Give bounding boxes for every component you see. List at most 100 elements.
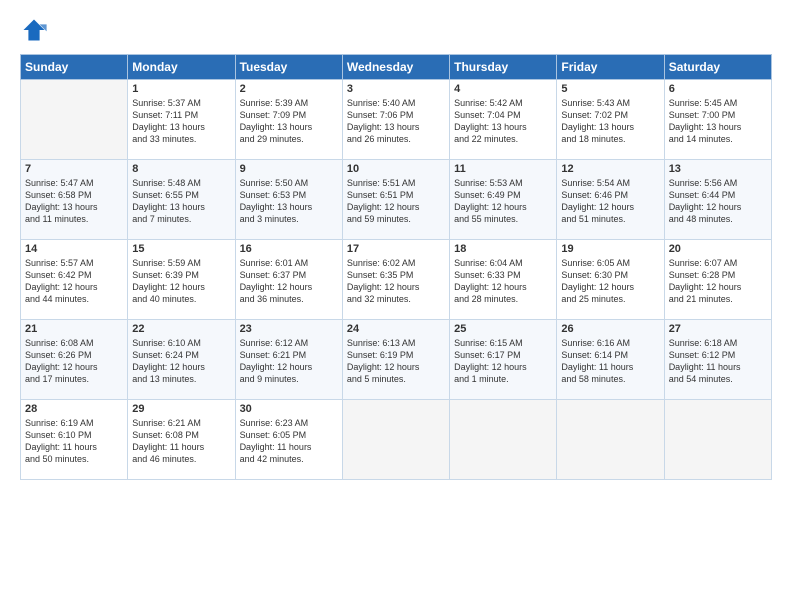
calendar-cell: 25 Sunrise: 6:15 AMSunset: 6:17 PMDayligh…: [450, 320, 557, 400]
calendar-cell: [342, 400, 449, 480]
day-number: 2: [240, 83, 338, 95]
page-container: SundayMondayTuesdayWednesdayThursdayFrid…: [0, 0, 792, 490]
logo: [20, 16, 52, 44]
day-number: 30: [240, 403, 338, 415]
page-header: [20, 16, 772, 44]
day-number: 28: [25, 403, 123, 415]
calendar-cell: 19 Sunrise: 6:05 AMSunset: 6:30 PMDayligh…: [557, 240, 664, 320]
day-info: Sunrise: 6:16 AMSunset: 6:14 PMDaylight:…: [561, 337, 659, 386]
day-info: Sunrise: 6:07 AMSunset: 6:28 PMDaylight:…: [669, 257, 767, 306]
day-info: Sunrise: 5:56 AMSunset: 6:44 PMDaylight:…: [669, 177, 767, 226]
calendar-cell: 6Sunrise: 5:45 AMSunset: 7:00 PMDaylight…: [664, 80, 771, 160]
calendar-cell: 8 Sunrise: 5:48 AMSunset: 6:55 PMDaylight…: [128, 160, 235, 240]
calendar-cell: 17 Sunrise: 6:02 AMSunset: 6:35 PMDayligh…: [342, 240, 449, 320]
calendar-cell: 9 Sunrise: 5:50 AMSunset: 6:53 PMDaylight…: [235, 160, 342, 240]
day-info: Sunrise: 5:48 AMSunset: 6:55 PMDaylight:…: [132, 177, 230, 226]
day-info: Sunrise: 5:37 AMSunset: 7:11 PMDaylight:…: [132, 97, 230, 146]
day-number: 16: [240, 243, 338, 255]
day-number: 21: [25, 323, 123, 335]
calendar-cell: 22 Sunrise: 6:10 AMSunset: 6:24 PMDayligh…: [128, 320, 235, 400]
calendar-cell: 20 Sunrise: 6:07 AMSunset: 6:28 PMDayligh…: [664, 240, 771, 320]
calendar-cell: [664, 400, 771, 480]
day-number: 25: [454, 323, 552, 335]
day-info: Sunrise: 6:02 AMSunset: 6:35 PMDaylight:…: [347, 257, 445, 306]
day-number: 18: [454, 243, 552, 255]
day-info: Sunrise: 5:43 AMSunset: 7:02 PMDaylight:…: [561, 97, 659, 146]
day-number: 13: [669, 163, 767, 175]
weekday-header-monday: Monday: [128, 55, 235, 80]
day-info: Sunrise: 5:40 AMSunset: 7:06 PMDaylight:…: [347, 97, 445, 146]
day-number: 11: [454, 163, 552, 175]
weekday-header-wednesday: Wednesday: [342, 55, 449, 80]
calendar-cell: 1 Sunrise: 5:37 AMSunset: 7:11 PMDaylight…: [128, 80, 235, 160]
calendar-week-row: 28 Sunrise: 6:19 AMSunset: 6:10 PMDayligh…: [21, 400, 772, 480]
day-info: Sunrise: 6:23 AMSunset: 6:05 PMDaylight:…: [240, 417, 338, 466]
day-number: 5: [561, 83, 659, 95]
day-number: 15: [132, 243, 230, 255]
day-number: 3: [347, 83, 445, 95]
day-number: 17: [347, 243, 445, 255]
calendar-cell: 10 Sunrise: 5:51 AMSunset: 6:51 PMDayligh…: [342, 160, 449, 240]
calendar-cell: 30 Sunrise: 6:23 AMSunset: 6:05 PMDayligh…: [235, 400, 342, 480]
day-info: Sunrise: 6:12 AMSunset: 6:21 PMDaylight:…: [240, 337, 338, 386]
calendar-cell: 13 Sunrise: 5:56 AMSunset: 6:44 PMDayligh…: [664, 160, 771, 240]
calendar-week-row: 14Sunrise: 5:57 AMSunset: 6:42 PMDayligh…: [21, 240, 772, 320]
calendar-cell: 26 Sunrise: 6:16 AMSunset: 6:14 PMDayligh…: [557, 320, 664, 400]
day-number: 7: [25, 163, 123, 175]
day-info: Sunrise: 5:39 AMSunset: 7:09 PMDaylight:…: [240, 97, 338, 146]
calendar-cell: 23 Sunrise: 6:12 AMSunset: 6:21 PMDayligh…: [235, 320, 342, 400]
logo-icon: [20, 16, 48, 44]
calendar-cell: 3 Sunrise: 5:40 AMSunset: 7:06 PMDaylight…: [342, 80, 449, 160]
day-number: 14: [25, 243, 123, 255]
day-info: Sunrise: 6:04 AMSunset: 6:33 PMDaylight:…: [454, 257, 552, 306]
day-number: 26: [561, 323, 659, 335]
day-number: 24: [347, 323, 445, 335]
calendar-cell: 7 Sunrise: 5:47 AMSunset: 6:58 PMDaylight…: [21, 160, 128, 240]
day-number: 9: [240, 163, 338, 175]
day-number: 27: [669, 323, 767, 335]
calendar-cell: 12 Sunrise: 5:54 AMSunset: 6:46 PMDayligh…: [557, 160, 664, 240]
day-info: Sunrise: 5:47 AMSunset: 6:58 PMDaylight:…: [25, 177, 123, 226]
day-info: Sunrise: 5:42 AMSunset: 7:04 PMDaylight:…: [454, 97, 552, 146]
calendar-week-row: 1 Sunrise: 5:37 AMSunset: 7:11 PMDaylight…: [21, 80, 772, 160]
day-info: Sunrise: 5:54 AMSunset: 6:46 PMDaylight:…: [561, 177, 659, 226]
day-number: 19: [561, 243, 659, 255]
day-info: Sunrise: 6:15 AMSunset: 6:17 PMDaylight:…: [454, 337, 552, 386]
calendar-cell: [21, 80, 128, 160]
calendar-cell: 11 Sunrise: 5:53 AMSunset: 6:49 PMDayligh…: [450, 160, 557, 240]
calendar-cell: 15Sunrise: 5:59 AMSunset: 6:39 PMDayligh…: [128, 240, 235, 320]
day-info: Sunrise: 5:50 AMSunset: 6:53 PMDaylight:…: [240, 177, 338, 226]
calendar-cell: 27 Sunrise: 6:18 AMSunset: 6:12 PMDayligh…: [664, 320, 771, 400]
day-number: 22: [132, 323, 230, 335]
day-number: 8: [132, 163, 230, 175]
weekday-header-saturday: Saturday: [664, 55, 771, 80]
calendar-cell: 29Sunrise: 6:21 AMSunset: 6:08 PMDayligh…: [128, 400, 235, 480]
day-number: 23: [240, 323, 338, 335]
day-info: Sunrise: 6:10 AMSunset: 6:24 PMDaylight:…: [132, 337, 230, 386]
weekday-header-tuesday: Tuesday: [235, 55, 342, 80]
day-number: 12: [561, 163, 659, 175]
day-info: Sunrise: 5:45 AMSunset: 7:00 PMDaylight:…: [669, 97, 767, 146]
weekday-header-friday: Friday: [557, 55, 664, 80]
calendar-week-row: 21 Sunrise: 6:08 AMSunset: 6:26 PMDayligh…: [21, 320, 772, 400]
calendar-cell: 28 Sunrise: 6:19 AMSunset: 6:10 PMDayligh…: [21, 400, 128, 480]
day-info: Sunrise: 6:05 AMSunset: 6:30 PMDaylight:…: [561, 257, 659, 306]
day-info: Sunrise: 6:18 AMSunset: 6:12 PMDaylight:…: [669, 337, 767, 386]
calendar-cell: 16 Sunrise: 6:01 AMSunset: 6:37 PMDayligh…: [235, 240, 342, 320]
calendar-cell: 4Sunrise: 5:42 AMSunset: 7:04 PMDaylight…: [450, 80, 557, 160]
calendar-cell: 18 Sunrise: 6:04 AMSunset: 6:33 PMDayligh…: [450, 240, 557, 320]
day-number: 20: [669, 243, 767, 255]
day-info: Sunrise: 5:51 AMSunset: 6:51 PMDaylight:…: [347, 177, 445, 226]
calendar-cell: 2 Sunrise: 5:39 AMSunset: 7:09 PMDaylight…: [235, 80, 342, 160]
day-info: Sunrise: 5:53 AMSunset: 6:49 PMDaylight:…: [454, 177, 552, 226]
day-info: Sunrise: 6:08 AMSunset: 6:26 PMDaylight:…: [25, 337, 123, 386]
day-info: Sunrise: 6:01 AMSunset: 6:37 PMDaylight:…: [240, 257, 338, 306]
day-number: 10: [347, 163, 445, 175]
calendar-cell: 21 Sunrise: 6:08 AMSunset: 6:26 PMDayligh…: [21, 320, 128, 400]
calendar-cell: 5 Sunrise: 5:43 AMSunset: 7:02 PMDaylight…: [557, 80, 664, 160]
day-number: 1: [132, 83, 230, 95]
day-info: Sunrise: 6:19 AMSunset: 6:10 PMDaylight:…: [25, 417, 123, 466]
weekday-header-row: SundayMondayTuesdayWednesdayThursdayFrid…: [21, 55, 772, 80]
weekday-header-thursday: Thursday: [450, 55, 557, 80]
calendar-cell: 14Sunrise: 5:57 AMSunset: 6:42 PMDayligh…: [21, 240, 128, 320]
